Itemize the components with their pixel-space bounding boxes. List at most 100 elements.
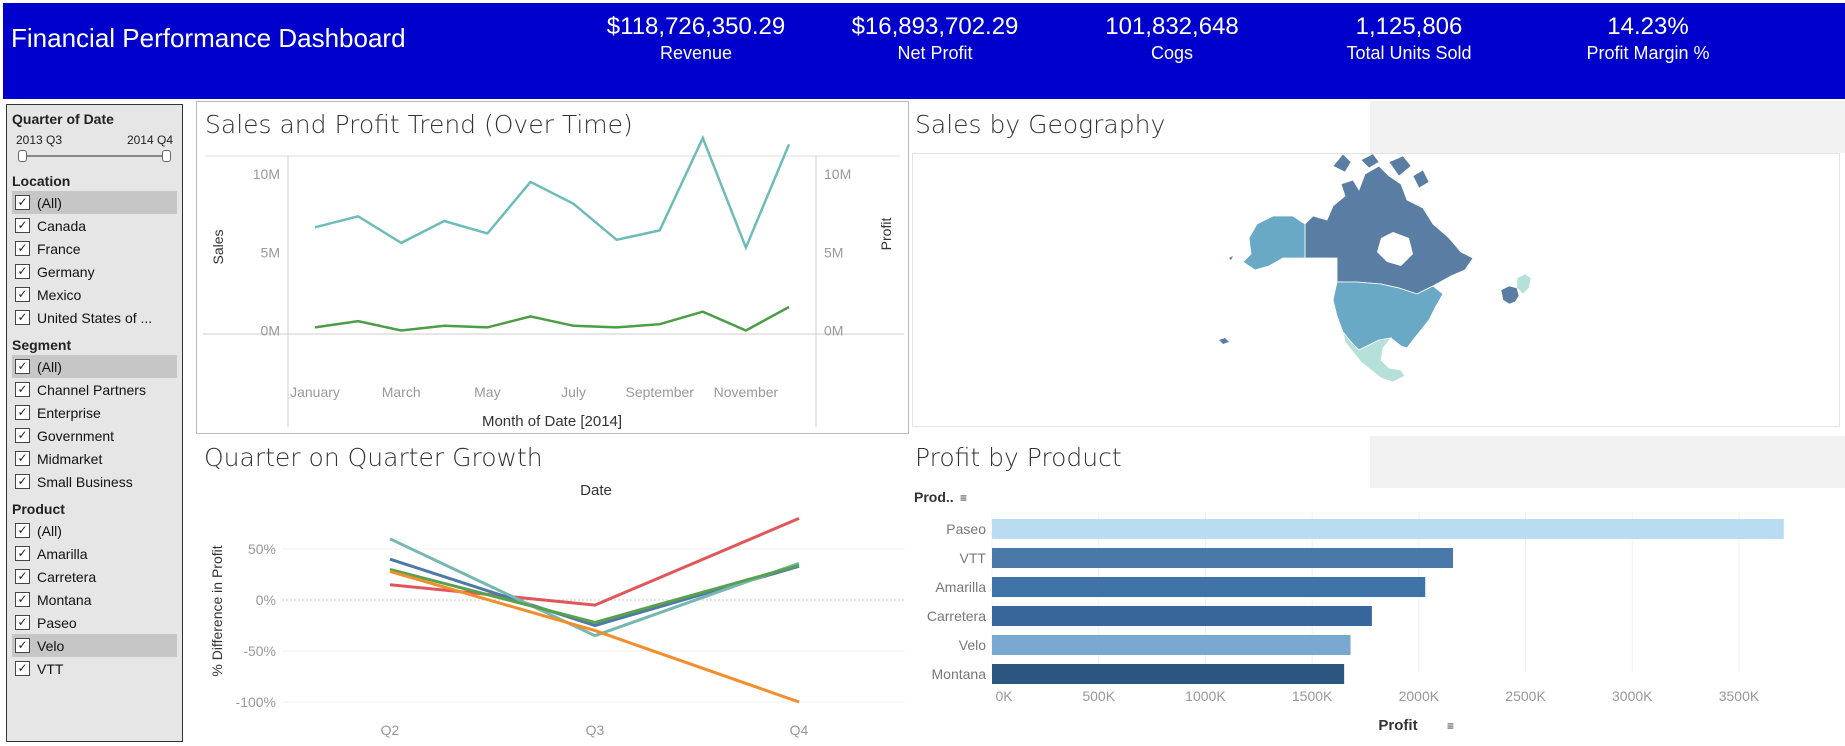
x-tick-label: 2000K [1399,688,1440,704]
bar-category-label: Velo [959,637,986,653]
bar-category-label: Amarilla [935,579,986,595]
segment-filter-item[interactable]: ✓ Government [12,424,177,447]
checkbox-icon[interactable]: ✓ [15,405,30,420]
checkbox-icon[interactable]: ✓ [15,638,30,653]
x-tick-label: 2500K [1505,688,1546,704]
quarter-end-label: 2014 Q4 [126,133,173,147]
geography-map[interactable] [912,153,1840,427]
segment-filter-item[interactable]: ✓ Midmarket [12,447,177,470]
location-filter-list: ✓ (All) ✓ Canada ✓ France ✓ Germany ✓ Mexico ✓ Unit… [12,191,177,329]
location-filter-label: (All) [37,194,62,211]
location-filter-label: Germany [37,263,95,280]
series-line-sales [314,134,791,251]
checkbox-icon[interactable]: ✓ [15,195,30,210]
map-region-france[interactable] [1500,285,1520,305]
qoq-growth-chart[interactable]: Date 50% 0% -50% -100% % Difference in Profit… [196,436,909,746]
y-tick-label: 0M [261,322,280,338]
bar-amarilla[interactable] [992,577,1426,597]
location-filter-item[interactable]: ✓ France [12,237,177,260]
product-filter-item[interactable]: ✓ (All) [12,519,177,542]
checkbox-icon[interactable]: ✓ [15,451,30,466]
location-filter-label: France [37,240,81,257]
location-filter-item[interactable]: ✓ (All) [12,191,177,214]
location-filter-item[interactable]: ✓ Germany [12,260,177,283]
checkbox-icon[interactable]: ✓ [15,523,30,538]
location-filter-item[interactable]: ✓ Canada [12,214,177,237]
dashboard-header: Financial Performance Dashboard $118,726… [3,3,1845,99]
x-tick-label: 1000K [1185,688,1226,704]
location-filter-item[interactable]: ✓ Mexico [12,283,177,306]
product-filter-item[interactable]: ✓ Carretera [12,565,177,588]
checkbox-icon[interactable]: ✓ [15,569,30,584]
kpi-label: Net Profit [897,43,973,63]
y2-tick-label: 5M [824,244,843,260]
y-axis-header: Prod.. [914,489,954,505]
segment-filter-item[interactable]: ✓ Small Business [12,470,177,493]
location-filter-item[interactable]: ✓ United States of ... [12,306,177,329]
map-regions [1219,153,1532,383]
checkbox-icon[interactable]: ✓ [15,359,30,374]
checkbox-icon[interactable]: ✓ [15,474,30,489]
segment-filter-label: Channel Partners [37,381,146,398]
checkbox-icon[interactable]: ✓ [15,615,30,630]
geography-map-svg [1219,153,1532,383]
y-tick-label: -100% [236,694,276,710]
product-filter-item[interactable]: ✓ Amarilla [12,542,177,565]
sales-profit-trend-chart[interactable]: 0M 5M 10M 0M 5M 10M Sales Profit January March May… [197,102,908,433]
quarter-range-slider[interactable] [18,149,171,163]
series-line-3 [389,563,800,624]
location-filter-label: United States of ... [37,309,153,326]
bar-montana[interactable] [992,664,1345,684]
quarter-start-label: 2013 Q3 [16,133,63,147]
bar-carretera[interactable] [992,606,1372,626]
kpi-label: Revenue [659,43,733,63]
x-tick-label: November [714,384,779,400]
bar-paseo[interactable] [992,519,1784,539]
bar-category-label: Paseo [946,521,986,537]
bar-category-label: VTT [960,550,987,566]
bar-vtt[interactable] [992,548,1453,568]
map-region-alaska[interactable] [1242,215,1306,271]
map-region-canada[interactable] [1304,165,1474,295]
map-region-germany[interactable] [1516,273,1532,295]
checkbox-icon[interactable]: ✓ [15,382,30,397]
checkbox-icon[interactable]: ✓ [15,592,30,607]
bar-category-label: Carretera [927,608,986,624]
x-tick-label: March [382,384,421,400]
segment-filter-item[interactable]: ✓ Channel Partners [12,378,177,401]
segment-filter-item[interactable]: ✓ (All) [12,355,177,378]
checkbox-icon[interactable]: ✓ [15,428,30,443]
y-tick-label: -50% [243,643,276,659]
x-tick-label: 500K [1082,688,1115,704]
checkbox-icon[interactable]: ✓ [15,310,30,325]
checkbox-icon[interactable]: ✓ [15,241,30,256]
checkbox-icon[interactable]: ✓ [15,287,30,302]
y2-axis-title: Profit [878,218,894,251]
checkbox-icon[interactable]: ✓ [15,546,30,561]
product-filter-item[interactable]: ✓ Paseo [12,611,177,634]
slider-start-handle[interactable] [18,150,27,162]
map-misc-islands [1219,256,1233,344]
bar-velo[interactable] [992,635,1351,655]
checkbox-icon[interactable]: ✓ [15,661,30,676]
x-tick-label: January [290,384,340,400]
y2-tick-label: 0M [824,322,843,338]
kpi-label: Cogs [1150,43,1194,63]
product-filter-item[interactable]: ✓ VTT [12,657,177,680]
location-filter-label: Mexico [37,286,82,303]
y-tick-label: 10M [253,166,280,182]
segment-filter-item[interactable]: ✓ Enterprise [12,401,177,424]
profit-by-product-chart[interactable]: Prod.. ≡ 0K 500K 1000K 1500K 2000K 2500K 3000K 35… [912,436,1845,746]
x-tick-label: 0K [995,688,1013,704]
product-filter-item[interactable]: ✓ Montana [12,588,177,611]
checkbox-icon[interactable]: ✓ [15,218,30,233]
product-filter-item[interactable]: ✓ Velo [12,634,177,657]
slider-end-handle[interactable] [162,150,171,162]
filter-title-location: Location [12,173,71,189]
sales-profit-trend-panel: Sales and Profit Trend (Over Time) 0M 5M 1… [196,101,909,434]
y-tick-label: 50% [248,541,276,557]
product-filter-label: Carretera [37,568,97,585]
segment-filter-label: Government [37,427,115,444]
kpi-value: $16,893,702.29 [851,13,1019,40]
checkbox-icon[interactable]: ✓ [15,264,30,279]
